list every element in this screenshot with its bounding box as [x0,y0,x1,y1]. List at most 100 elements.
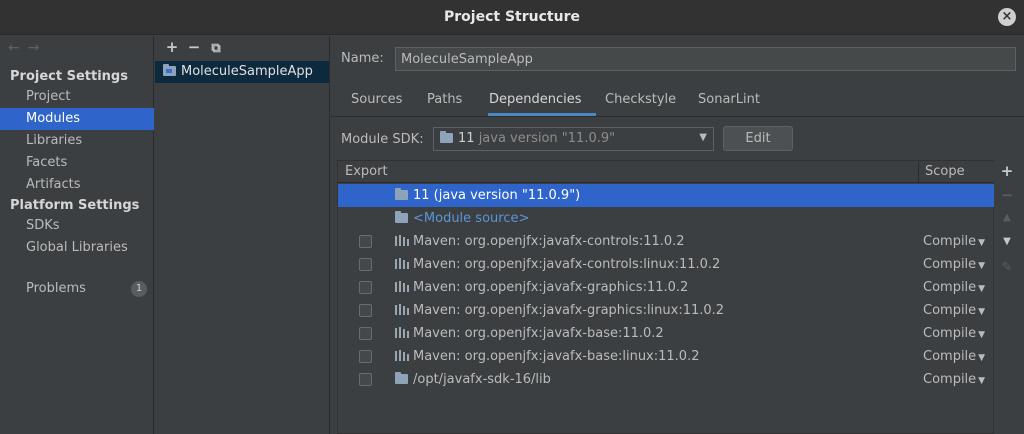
export-checkbox[interactable] [359,373,372,386]
dropdown-arrow-icon: ▼ [978,376,986,386]
window-title: Project Structure [444,9,580,25]
table-row[interactable]: 11 (java version "11.0.9") [338,184,994,207]
nav-item-facets[interactable]: Facets [0,152,154,174]
dependency-name: <Module source> [413,211,530,226]
scope-value: Compile [923,257,977,272]
sdk-value-detail: java version "11.0.9" [478,131,616,146]
table-row[interactable]: Maven: org.openjfx:javafx-graphics:linux… [338,299,994,322]
source-folder-icon [395,207,413,230]
remove-dependency-button[interactable]: − [995,186,1019,204]
export-checkbox[interactable] [359,350,372,363]
scope-value: Compile [923,326,977,341]
nav-arrows: ←→ [8,40,47,56]
export-checkbox[interactable] [359,304,372,317]
table-row[interactable]: Maven: org.openjfx:javafx-graphics:11.0.… [338,276,994,299]
back-icon[interactable]: ← [8,40,28,56]
table-row[interactable]: /opt/javafx-sdk-16/lib Compile ▼ [338,368,994,391]
dependency-name: Maven: org.openjfx:javafx-base:linux:11.… [413,349,700,364]
tab-sources[interactable]: Sources [351,92,402,107]
name-label: Name: [341,51,384,66]
sdk-folder-icon [440,131,453,143]
module-name-input[interactable] [395,47,1016,71]
move-down-button[interactable]: ▼ [995,236,1019,247]
scope-dropdown[interactable]: Compile ▼ [923,322,985,347]
scope-dropdown[interactable]: Compile ▼ [923,276,985,301]
export-checkbox[interactable] [359,281,372,294]
scope-dropdown[interactable]: Compile ▼ [923,368,985,393]
forward-icon[interactable]: → [28,40,48,56]
scope-value: Compile [923,349,977,364]
move-up-button[interactable]: ▲ [995,212,1019,223]
column-scope[interactable]: Scope [925,164,965,179]
close-icon[interactable]: × [998,8,1016,26]
sdk-value-main: 11 [458,131,475,146]
dependencies-table: Export Scope 11 (java version "11.0.9") … [337,160,994,434]
dropdown-arrow-icon: ▼ [978,261,986,271]
library-icon [395,299,409,322]
nav-item-artifacts[interactable]: Artifacts [0,174,154,196]
scope-dropdown[interactable]: Compile ▼ [923,299,985,324]
settings-nav: ←→ Project Settings Project Modules Libr… [0,36,154,434]
module-list-panel: + − ⧉ MoleculeSampleApp [155,36,330,434]
dependency-name: Maven: org.openjfx:javafx-controls:linux… [413,257,721,272]
sdk-folder-icon [395,184,413,207]
scope-dropdown[interactable]: Compile ▼ [923,230,985,255]
nav-item-problems[interactable]: Problems 1 [0,278,154,300]
module-item[interactable]: MoleculeSampleApp [155,61,329,83]
module-sdk-select[interactable]: 11 java version "11.0.9" ▼ [433,127,714,151]
scope-value: Compile [923,280,977,295]
nav-item-problems-label: Problems [26,281,86,296]
scope-dropdown[interactable]: Compile ▼ [923,253,985,278]
dropdown-arrow-icon: ▼ [978,238,986,248]
column-export[interactable]: Export [345,164,388,179]
nav-item-project[interactable]: Project [0,86,154,108]
edit-dependency-button[interactable]: ✎ [995,260,1019,275]
dependency-name: Maven: org.openjfx:javafx-controls:11.0.… [413,234,685,249]
add-dependency-button[interactable]: + [995,162,1019,180]
add-module-button[interactable]: + [161,38,183,56]
section-platform-settings: Platform Settings [10,198,140,213]
library-icon [395,253,409,276]
scope-dropdown[interactable]: Compile ▼ [923,345,985,370]
export-checkbox[interactable] [359,235,372,248]
dependency-name: 11 (java version "11.0.9") [413,188,581,203]
table-row[interactable]: <Module source> [338,207,994,230]
module-sdk-label: Module SDK: [341,132,424,147]
export-checkbox[interactable] [359,327,372,340]
problems-count-badge: 1 [131,281,147,297]
remove-module-button[interactable]: − [183,38,205,56]
title-bar: Project Structure × [0,0,1024,35]
table-row[interactable]: Maven: org.openjfx:javafx-controls:11.0.… [338,230,994,253]
table-row[interactable]: Maven: org.openjfx:javafx-base:11.0.2 Co… [338,322,994,345]
library-icon [395,345,409,368]
dependency-name: Maven: org.openjfx:javafx-base:11.0.2 [413,326,664,341]
chevron-down-icon: ▼ [699,132,707,143]
library-icon [395,322,409,345]
tab-paths[interactable]: Paths [427,92,462,107]
tab-sonarlint[interactable]: SonarLint [698,92,760,107]
library-icon [395,230,409,253]
nav-item-sdks[interactable]: SDKs [0,215,154,237]
nav-item-libraries[interactable]: Libraries [0,130,154,152]
module-settings-panel: Name: Sources Paths Dependencies Checkst… [331,36,1024,434]
column-divider [918,161,919,183]
copy-module-button[interactable]: ⧉ [205,41,227,56]
library-icon [395,276,409,299]
nav-item-global-libraries[interactable]: Global Libraries [0,237,154,259]
dropdown-arrow-icon: ▼ [978,307,986,317]
nav-item-modules[interactable]: Modules [0,108,154,130]
table-row[interactable]: Maven: org.openjfx:javafx-base:linux:11.… [338,345,994,368]
dependencies-side-toolbar: + − ▲ ▼ ✎ [995,160,1019,434]
tab-checkstyle[interactable]: Checkstyle [605,92,676,107]
export-checkbox[interactable] [359,258,372,271]
dependency-name: /opt/javafx-sdk-16/lib [413,372,551,387]
edit-sdk-button[interactable]: Edit [723,126,793,151]
tab-dependencies[interactable]: Dependencies [489,92,582,107]
dropdown-arrow-icon: ▼ [978,353,986,363]
table-row[interactable]: Maven: org.openjfx:javafx-controls:linux… [338,253,994,276]
scope-value: Compile [923,234,977,249]
scope-value: Compile [923,303,977,318]
dependency-name: Maven: org.openjfx:javafx-graphics:linux… [413,303,725,318]
module-item-label: MoleculeSampleApp [181,64,313,79]
section-project-settings: Project Settings [10,69,128,84]
